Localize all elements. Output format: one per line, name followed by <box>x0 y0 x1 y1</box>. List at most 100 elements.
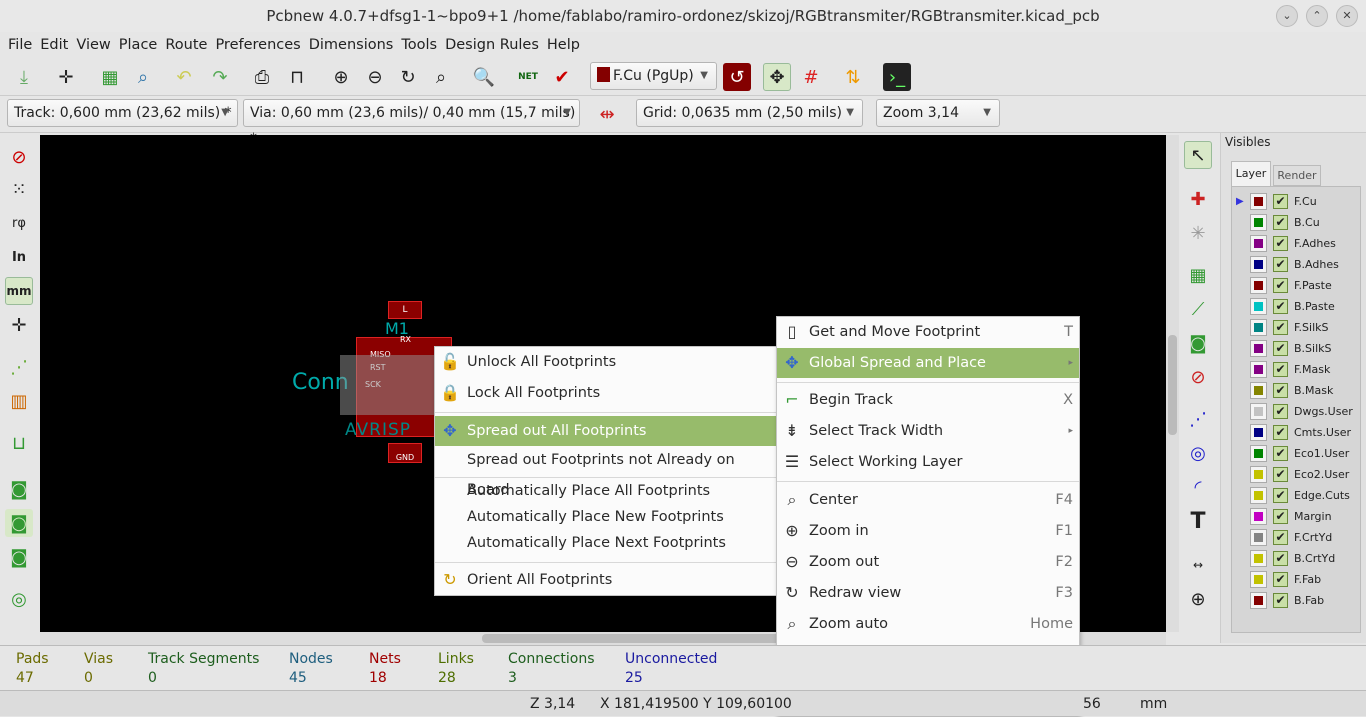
submenu-item[interactable]: Automatically Place New Footprints <box>435 504 776 530</box>
layer-pair-icon[interactable]: ↺ <box>723 63 751 91</box>
context-menu-item[interactable]: ⌐ Begin Track X <box>777 385 1079 415</box>
submenu-item[interactable]: Automatically Place All Footprints <box>435 478 776 504</box>
layer-color-swatch[interactable] <box>1250 445 1267 462</box>
layer-color-swatch[interactable] <box>1250 193 1267 210</box>
polar-coords-icon[interactable]: rφ <box>5 209 33 237</box>
close-button[interactable]: ✕ <box>1336 5 1358 27</box>
layer-visibility-checkbox[interactable]: ✔ <box>1273 425 1288 440</box>
layer-color-swatch[interactable] <box>1250 571 1267 588</box>
layer-row[interactable]: ▶ ✔ F.Cu <box>1236 191 1317 212</box>
find-icon[interactable]: 🔍 <box>470 63 498 91</box>
layer-color-swatch[interactable] <box>1250 508 1267 525</box>
layer-color-swatch[interactable] <box>1250 277 1267 294</box>
via-size-select[interactable]: Via: 0,60 mm (23,6 mils)/ 0,40 mm (15,7 … <box>243 99 580 147</box>
layer-row[interactable]: ✔ B.Cu <box>1248 212 1320 233</box>
layer-row[interactable]: ✔ Eco1.User <box>1248 443 1349 464</box>
add-keepout-icon[interactable]: ⊘ <box>1184 363 1212 391</box>
layer-color-swatch[interactable] <box>1250 340 1267 357</box>
layer-select[interactable]: F.Cu (PgUp) ▼ <box>590 62 717 90</box>
layer-color-swatch[interactable] <box>1250 403 1267 420</box>
layer-color-swatch[interactable] <box>1250 214 1267 231</box>
layer-row[interactable]: ✔ Eco2.User <box>1248 464 1349 485</box>
layer-visibility-checkbox[interactable]: ✔ <box>1273 194 1288 209</box>
layer-row[interactable]: ✔ B.CrtYd <box>1248 548 1335 569</box>
layer-row[interactable]: ✔ F.Fab <box>1248 569 1321 590</box>
inch-units-icon[interactable]: In <box>5 243 33 271</box>
layer-row[interactable]: ✔ F.Paste <box>1248 275 1332 296</box>
print-icon[interactable]: ⎙ <box>248 63 276 91</box>
menu-help[interactable]: Help <box>543 32 584 58</box>
menu-dimensions[interactable]: Dimensions <box>305 32 398 58</box>
layer-row[interactable]: ✔ Dwgs.User <box>1248 401 1353 422</box>
layer-color-swatch[interactable] <box>1250 466 1267 483</box>
redraw-icon[interactable]: ↻ <box>394 63 422 91</box>
local-ratsnest-icon[interactable]: ✳ <box>1184 219 1212 247</box>
tracks-sketch-icon[interactable]: ◙ <box>5 543 33 571</box>
pads-sketch-icon[interactable]: ◙ <box>5 475 33 503</box>
zoom-fit-icon[interactable]: ⌕ <box>427 63 455 91</box>
layer-visibility-checkbox[interactable]: ✔ <box>1273 215 1288 230</box>
tab-render[interactable]: Render <box>1273 165 1321 186</box>
layer-row[interactable]: ✔ B.Adhes <box>1248 254 1339 275</box>
undo-icon[interactable]: ↶ <box>170 63 198 91</box>
add-footprint-icon[interactable]: ▦ <box>1184 261 1212 289</box>
layer-row[interactable]: ✔ F.Adhes <box>1248 233 1336 254</box>
menu-place[interactable]: Place <box>115 32 162 58</box>
layer-row[interactable]: ✔ B.Fab <box>1248 590 1324 611</box>
ratsnest-icon[interactable]: ⋰ <box>5 353 33 381</box>
submenu-item[interactable]: 🔓 Unlock All Footprints <box>435 347 776 377</box>
context-menu-item[interactable]: ▯ Get and Move Footprint T <box>777 317 1079 347</box>
context-menu-item[interactable]: ⊕ Zoom in F1 <box>777 516 1079 546</box>
minimize-button[interactable]: ⌄ <box>1276 5 1298 27</box>
select-arrow-icon[interactable]: ↖ <box>1184 141 1212 169</box>
maximize-button[interactable]: ⌃ <box>1306 5 1328 27</box>
submenu-item[interactable]: ✥ Spread out All Footprints <box>435 416 776 446</box>
layer-visibility-checkbox[interactable]: ✔ <box>1273 320 1288 335</box>
layer-row[interactable]: ✔ Margin <box>1248 506 1332 527</box>
layer-visibility-checkbox[interactable]: ✔ <box>1273 446 1288 461</box>
add-circle-icon[interactable]: ◎ <box>1184 439 1212 467</box>
menu-edit[interactable]: Edit <box>36 32 72 58</box>
submenu-item[interactable]: ↻ Orient All Footprints <box>435 565 776 595</box>
zoom-in-icon[interactable]: ⊕ <box>327 63 355 91</box>
add-arc-icon[interactable]: ◜ <box>1184 473 1212 501</box>
pad[interactable]: L <box>388 301 422 319</box>
layer-visibility-checkbox[interactable]: ✔ <box>1273 362 1288 377</box>
layer-row[interactable]: ✔ Cmts.User <box>1248 422 1351 443</box>
context-menu-item[interactable]: ⌕ Center F4 <box>777 485 1079 515</box>
mm-units-icon[interactable]: mm <box>5 277 33 305</box>
highlight-net-icon[interactable]: ✚ <box>1184 185 1212 213</box>
menu-file[interactable]: File <box>4 32 36 58</box>
layer-color-swatch[interactable] <box>1250 529 1267 546</box>
layer-color-swatch[interactable] <box>1250 256 1267 273</box>
layer-color-swatch[interactable] <box>1250 592 1267 609</box>
context-menu-item[interactable]: ⇟ Select Track Width ▸ <box>777 416 1079 446</box>
auto-placement-mode-icon[interactable]: ✥ <box>763 63 791 91</box>
plot-icon[interactable]: ⊓ <box>283 63 311 91</box>
pad[interactable]: GND <box>388 443 422 463</box>
submenu-item[interactable]: Spread out Footprints not Already on Boa… <box>435 445 776 498</box>
auto-delete-track-icon[interactable]: ⊔ <box>5 429 33 457</box>
layer-visibility-checkbox[interactable]: ✔ <box>1273 593 1288 608</box>
add-track-icon[interactable]: ⟋ <box>1184 295 1212 323</box>
page-settings-icon[interactable]: ✛ <box>52 63 80 91</box>
context-menu-item[interactable]: ⌕ Zoom auto Home <box>777 609 1079 639</box>
layer-color-swatch[interactable] <box>1250 361 1267 378</box>
layer-visibility-checkbox[interactable]: ✔ <box>1273 530 1288 545</box>
drc-off-icon[interactable]: ⊘ <box>5 143 33 171</box>
layer-visibility-checkbox[interactable]: ✔ <box>1273 488 1288 503</box>
zoom-select[interactable]: Zoom 3,14 ▼ <box>876 99 1000 127</box>
vias-sketch-icon[interactable]: ◙ <box>5 509 33 537</box>
track-width-select[interactable]: Track: 0,600 mm (23,62 mils) * ▼ <box>7 99 238 127</box>
zoom-out-icon[interactable]: ⊖ <box>361 63 389 91</box>
auto-track-width-icon[interactable]: ⇹ <box>593 100 621 128</box>
layer-visibility-checkbox[interactable]: ✔ <box>1273 236 1288 251</box>
context-menu-item[interactable]: ↻ Redraw view F3 <box>777 578 1079 608</box>
layer-visibility-checkbox[interactable]: ✔ <box>1273 278 1288 293</box>
layer-row[interactable]: ✔ F.SilkS <box>1248 317 1329 338</box>
submenu-item[interactable]: Automatically Place Next Footprints <box>435 530 776 556</box>
layer-color-swatch[interactable] <box>1250 319 1267 336</box>
layer-visibility-checkbox[interactable]: ✔ <box>1273 383 1288 398</box>
layer-color-swatch[interactable] <box>1250 550 1267 567</box>
menu-design-rules[interactable]: Design Rules <box>441 32 543 58</box>
